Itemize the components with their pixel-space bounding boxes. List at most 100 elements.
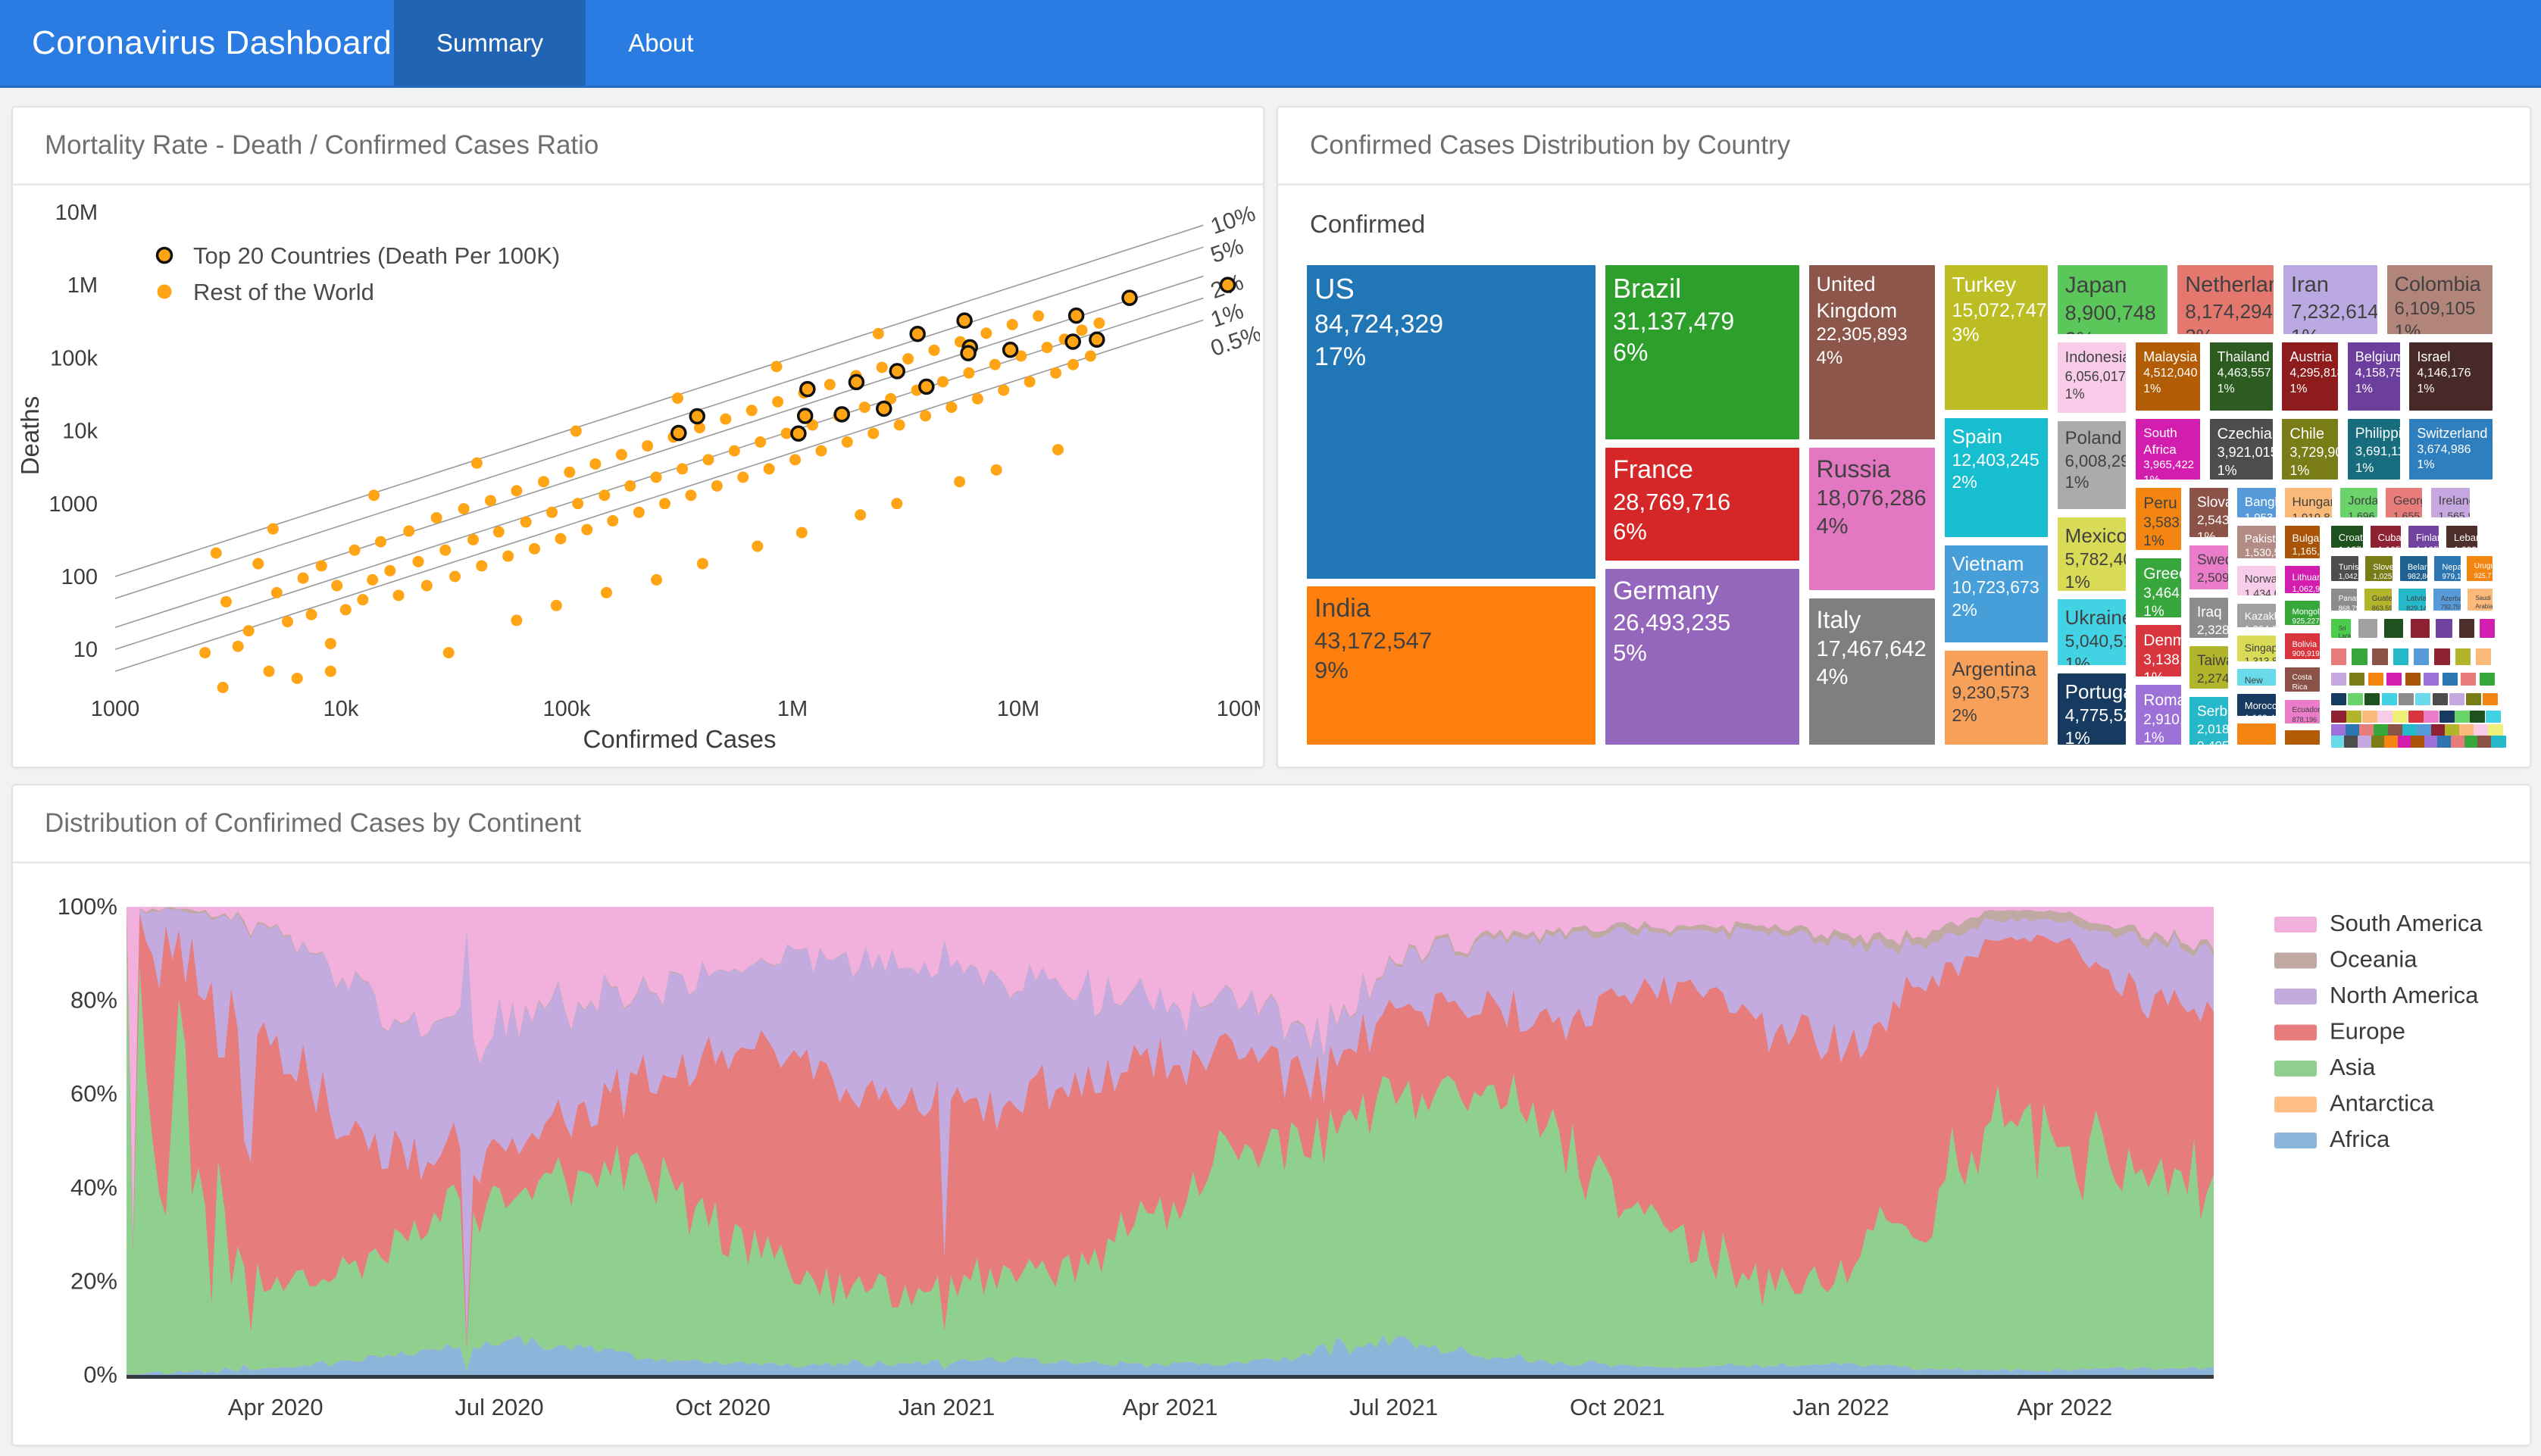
treemap-block[interactable]: Argentina9,230,5732% (1945, 651, 2048, 745)
treemap-block[interactable]: Tunisia1,042,8720.209% (2331, 556, 2358, 581)
treemap-block[interactable]: Czechia3,921,0151% (2210, 419, 2273, 480)
legend-label[interactable]: North America (2330, 982, 2479, 1008)
treemap-block[interactable]: Indonesia6,056,0171% (2058, 342, 2127, 413)
treemap-tiny-block[interactable] (2352, 648, 2367, 665)
treemap-block[interactable]: Sri Lanka663,8430.133% (2331, 619, 2351, 638)
treemap-block[interactable]: Israel4,146,1761% (2409, 342, 2493, 411)
treemap-block[interactable]: Jordan1,696,9370.34% (2340, 488, 2377, 517)
treemap-block[interactable]: Bangladesh1,953,5920.392% (2237, 488, 2277, 517)
treemap-tiny-block[interactable] (2439, 711, 2455, 723)
treemap-block[interactable]: Malaysia4,512,0401% (2136, 342, 2199, 411)
treemap-small-block[interactable] (2459, 619, 2474, 638)
treemap-tiny-block[interactable] (2346, 711, 2361, 723)
treemap-tiny-block[interactable] (2417, 724, 2432, 736)
treemap-tiny-block[interactable] (2431, 724, 2446, 736)
treemap-block[interactable]: Panama868,7960.174% (2331, 589, 2357, 611)
treemap-tiny-block[interactable] (2382, 693, 2397, 705)
treemap-block[interactable]: Lebanon1,099,3680.221% (2446, 526, 2477, 548)
treemap-tiny-block[interactable] (2474, 724, 2489, 736)
treemap-tiny-block[interactable] (2331, 673, 2346, 686)
treemap-tiny-block[interactable] (2443, 673, 2458, 686)
treemap-block[interactable]: Kazakhstan1,394,9350.28% (2237, 604, 2277, 627)
treemap-small-block[interactable] (2480, 619, 2495, 638)
treemap-tiny-block[interactable] (2483, 693, 2498, 705)
treemap-block[interactable]: Saudi Arabia775,0850.156% (2468, 589, 2493, 611)
treemap-tiny-block[interactable] (2349, 673, 2364, 686)
treemap-tiny-block[interactable] (2331, 724, 2346, 736)
treemap-block[interactable]: Belgium4,158,7541% (2348, 342, 2400, 411)
treemap-block[interactable]: Guatemala863,5950.173% (2364, 589, 2392, 611)
treemap-tiny-block[interactable] (2434, 648, 2449, 665)
treemap-block[interactable]: Mexico5,782,4051% (2058, 517, 2127, 591)
treemap-tiny-block[interactable] (2415, 693, 2430, 705)
treemap-tiny-block[interactable] (2455, 711, 2470, 723)
treemap-tiny-block[interactable] (2424, 711, 2439, 723)
treemap-tiny-block[interactable] (2386, 673, 2402, 686)
treemap-small-block[interactable] (2358, 619, 2377, 638)
treemap-block[interactable]: Sweden2,509,3661% (2189, 545, 2229, 589)
treemap-tiny-block[interactable] (2399, 693, 2414, 705)
treemap-block[interactable]: South Africa3,965,4221% (2136, 419, 2199, 480)
legend-label[interactable]: South America (2330, 910, 2483, 936)
treemap-block[interactable]: Austria4,295,8181% (2282, 342, 2338, 411)
treemap-tiny-block[interactable] (2424, 673, 2439, 686)
legend-label[interactable]: Antarctica (2330, 1090, 2435, 1117)
legend-label[interactable]: Oceania (2330, 946, 2418, 973)
treemap-tiny-block[interactable] (2486, 711, 2501, 723)
treemap-block[interactable]: Bolivia909,9190.183% (2285, 633, 2321, 660)
tab-about[interactable]: About (586, 0, 736, 86)
treemap-block[interactable]: Germany26,493,2355% (1605, 569, 1799, 745)
treemap-small-block[interactable] (2285, 730, 2321, 745)
continent-area-chart[interactable]: 0%20%40%60%80%100%Apr 2020Jul 2020Oct 20… (13, 864, 2527, 1442)
treemap-block[interactable]: Philippines3,691,1141% (2348, 419, 2400, 480)
treemap-block[interactable]: Greece3,464,6661% (2136, 558, 2180, 617)
treemap-block[interactable]: Nepal979,1820.196% (2434, 556, 2460, 581)
treemap-tiny-block[interactable] (2470, 711, 2485, 723)
treemap-block[interactable]: Iran7,232,6141% (2283, 265, 2377, 334)
treemap-tiny-block[interactable] (2346, 724, 2361, 736)
treemap-block[interactable]: Russia18,076,2864% (1809, 448, 1935, 590)
treemap-block[interactable]: Ecuador878,1960.176% (2285, 700, 2321, 723)
treemap-tiny-block[interactable] (2455, 648, 2471, 665)
treemap-block[interactable]: Romania2,910,0811% (2136, 685, 2180, 745)
treemap-block[interactable]: Portugal4,775,5291% (2058, 673, 2127, 745)
treemap-tiny-block[interactable] (2414, 648, 2429, 665)
treemap-tiny-block[interactable] (2374, 724, 2389, 736)
treemap-block[interactable]: Netherlands8,174,2942% (2177, 265, 2274, 334)
treemap-block[interactable]: Singapore1,313,8490.264% (2237, 636, 2277, 661)
treemap-block[interactable]: Georgia1,655,2210.332% (2386, 488, 2422, 517)
treemap-block[interactable]: Poland6,008,2951% (2058, 421, 2127, 509)
treemap-tiny-block[interactable] (2388, 724, 2403, 736)
treemap-tiny-block[interactable] (2476, 648, 2491, 665)
treemap-block[interactable]: Vietnam10,723,6732% (1945, 545, 2048, 642)
treemap-block[interactable]: Costa Rica904,9340.182% (2285, 667, 2321, 692)
legend-label[interactable]: Asia (2330, 1054, 2376, 1080)
treemap-tiny-block[interactable] (2368, 673, 2383, 686)
treemap-block[interactable]: Slovenia1,025,9130.206% (2365, 556, 2393, 581)
treemap-tiny-block[interactable] (2348, 693, 2363, 705)
legend-label[interactable]: Rest of the World (193, 279, 374, 305)
treemap-block[interactable]: Ireland1,565,9700.314% (2431, 488, 2471, 517)
treemap-block[interactable]: Belarus982,8670.197% (2400, 556, 2427, 581)
treemap-small-block[interactable] (2384, 619, 2403, 638)
treemap-block[interactable]: India43,172,5479% (1307, 586, 1596, 745)
treemap-block[interactable]: Spain12,403,2452% (1945, 418, 2048, 538)
treemap-block[interactable]: US84,724,32917% (1307, 265, 1596, 579)
treemap-block[interactable]: Morocco1,169,4820.235% (2237, 694, 2277, 716)
treemap-tiny-block[interactable] (2331, 711, 2346, 723)
treemap-tiny-block[interactable] (2466, 693, 2481, 705)
treemap-block[interactable]: Peru3,583,4031% (2136, 488, 2180, 550)
treemap-tiny-block[interactable] (2402, 724, 2418, 736)
treemap-block[interactable]: Switzerland3,674,9861% (2409, 419, 2493, 480)
treemap-block[interactable]: Japan8,900,7482% (2058, 265, 2168, 334)
treemap-block[interactable]: France28,769,7166% (1605, 448, 1799, 561)
treemap-tiny-block[interactable] (2491, 736, 2506, 748)
legend-label[interactable]: Europe (2330, 1018, 2405, 1045)
treemap-block[interactable]: Italy17,467,6424% (1809, 598, 1935, 745)
treemap-block[interactable]: Uruguay925,7770.186% (2467, 556, 2493, 581)
treemap-block[interactable]: New Zealand1,191,5600.239% (2237, 669, 2277, 686)
treemap-block[interactable]: Mongolia925,2270.186% (2285, 601, 2321, 624)
treemap-block[interactable]: Hungary1,919,8400.385% (2285, 488, 2333, 517)
tab-summary[interactable]: Summary (394, 0, 586, 86)
legend-label[interactable]: Top 20 Countries (Death Per 100K) (193, 242, 560, 269)
